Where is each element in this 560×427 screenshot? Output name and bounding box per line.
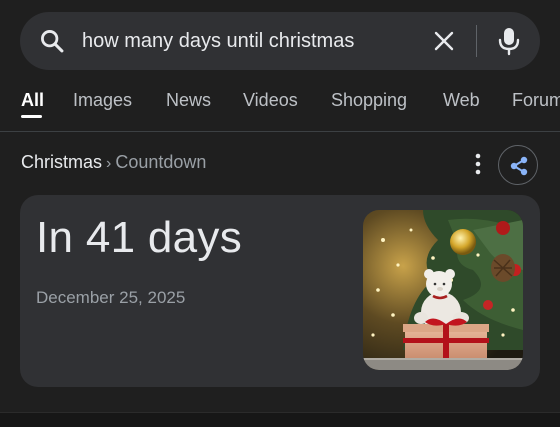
- breadcrumb-separator: ›: [106, 155, 112, 172]
- breadcrumb-christmas[interactable]: Christmas: [21, 152, 102, 172]
- search-input[interactable]: how many days until christmas: [82, 12, 354, 70]
- tab-all[interactable]: All: [21, 90, 44, 111]
- tab-forum[interactable]: Forum: [512, 90, 560, 111]
- bottom-divider: [0, 412, 560, 427]
- breadcrumb-countdown: Countdown: [115, 152, 207, 172]
- search-bar[interactable]: how many days until christmas: [20, 12, 540, 70]
- close-icon[interactable]: [432, 29, 456, 53]
- tab-web[interactable]: Web: [443, 90, 480, 111]
- countdown-headline: In 41 days: [36, 213, 243, 262]
- countdown-card[interactable]: In 41 days December 25, 2025: [20, 195, 540, 387]
- search-results-page: how many days until christmas All Images…: [0, 0, 560, 427]
- search-icon[interactable]: [38, 27, 66, 55]
- countdown-date: December 25, 2025: [36, 288, 186, 307]
- tabs-divider: [0, 131, 560, 132]
- christmas-tree-photo[interactable]: [363, 210, 523, 370]
- more-vert-icon[interactable]: [468, 151, 488, 177]
- microphone-icon[interactable]: [496, 26, 522, 56]
- search-tabs: All Images News Videos Shopping Web Foru…: [0, 80, 560, 130]
- share-button[interactable]: [498, 145, 538, 185]
- tab-news[interactable]: News: [166, 90, 211, 111]
- active-tab-indicator: [21, 115, 42, 118]
- share-icon: [510, 156, 528, 176]
- tab-images[interactable]: Images: [73, 90, 132, 111]
- tab-shopping[interactable]: Shopping: [331, 90, 407, 111]
- search-bar-divider: [476, 25, 477, 57]
- breadcrumb: Christmas › Countdown: [21, 152, 206, 173]
- tab-videos[interactable]: Videos: [243, 90, 298, 111]
